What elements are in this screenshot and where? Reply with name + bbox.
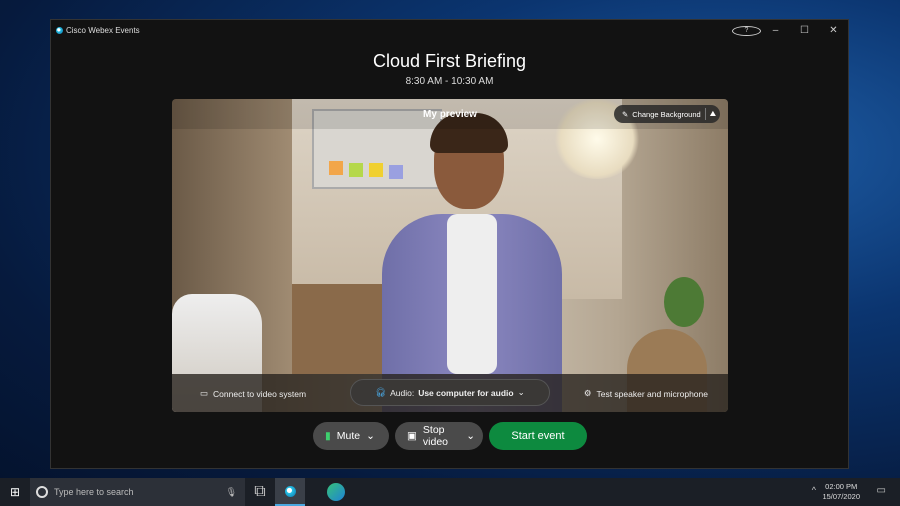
video-options-chevron-icon[interactable]: ⌄: [466, 430, 475, 442]
start-event-button[interactable]: Start event: [489, 422, 587, 450]
change-background-button[interactable]: ✎ Change Background ⛰: [614, 105, 720, 123]
minimize-button[interactable]: –: [761, 25, 790, 36]
event-title: Cloud First Briefing: [372, 51, 527, 71]
show-hidden-icons-icon[interactable]: ^: [812, 485, 816, 495]
event-time: 8:30 AM - 10:30 AM: [405, 76, 494, 87]
microphone-icon: ▮: [325, 430, 331, 442]
taskbar: ⊞ Type here to search 🎙︎ ⧉ ^ 02:00 PM 15…: [0, 478, 900, 506]
taskbar-search[interactable]: Type here to search 🎙︎: [30, 478, 245, 506]
title-bar: Cisco Webex Events ? – ☐ ✕: [51, 20, 848, 40]
maximize-button[interactable]: ☐: [790, 25, 819, 36]
webex-taskbar-icon[interactable]: [275, 478, 305, 506]
webex-logo-icon: [56, 26, 63, 34]
app-title: Cisco Webex Events: [66, 25, 140, 35]
person-icon[interactable]: ⛰: [710, 109, 716, 119]
test-speaker-mic-button[interactable]: ⚙ Test speaker and microphone: [584, 388, 708, 399]
task-view-icon[interactable]: ⧉: [245, 483, 275, 501]
stop-video-button[interactable]: ▣ Stop video ⌄: [395, 422, 483, 450]
video-preview: My preview ✎ Change Background ⛰ ▭ Conne…: [172, 99, 728, 412]
cast-icon: ▭: [200, 388, 209, 398]
edge-icon[interactable]: [327, 483, 345, 501]
help-icon: ?: [732, 26, 761, 36]
cortana-icon: [36, 486, 48, 498]
chevron-down-icon: ⌄: [517, 387, 525, 397]
help-button[interactable]: ?: [732, 24, 761, 36]
notifications-icon[interactable]: ▭: [877, 485, 886, 496]
mute-options-chevron-icon[interactable]: ⌄: [366, 430, 375, 442]
camera-icon: ▣: [407, 430, 417, 442]
webex-window: Cisco Webex Events ? – ☐ ✕ Cloud First B…: [50, 19, 849, 469]
person-video: [382, 113, 562, 412]
magic-wand-icon: ✎: [622, 109, 629, 119]
system-clock[interactable]: 02:00 PM 15/07/2020: [822, 482, 860, 502]
connect-video-system-button[interactable]: ▭ Connect to video system: [200, 388, 306, 399]
microphone-icon[interactable]: 🎙︎: [226, 487, 237, 498]
gear-icon: ⚙: [583, 388, 592, 398]
close-button[interactable]: ✕: [819, 25, 848, 36]
windows-start-icon[interactable]: ⊞: [0, 485, 30, 499]
mute-button[interactable]: ▮ Mute ⌄: [313, 422, 389, 450]
headset-icon: 🎧︎: [375, 387, 387, 397]
preview-bottom-bar: ▭ Connect to video system 🎧︎ Audio: Use …: [172, 374, 728, 412]
audio-dropdown[interactable]: 🎧︎ Audio: Use computer for audio ⌄: [350, 379, 550, 406]
